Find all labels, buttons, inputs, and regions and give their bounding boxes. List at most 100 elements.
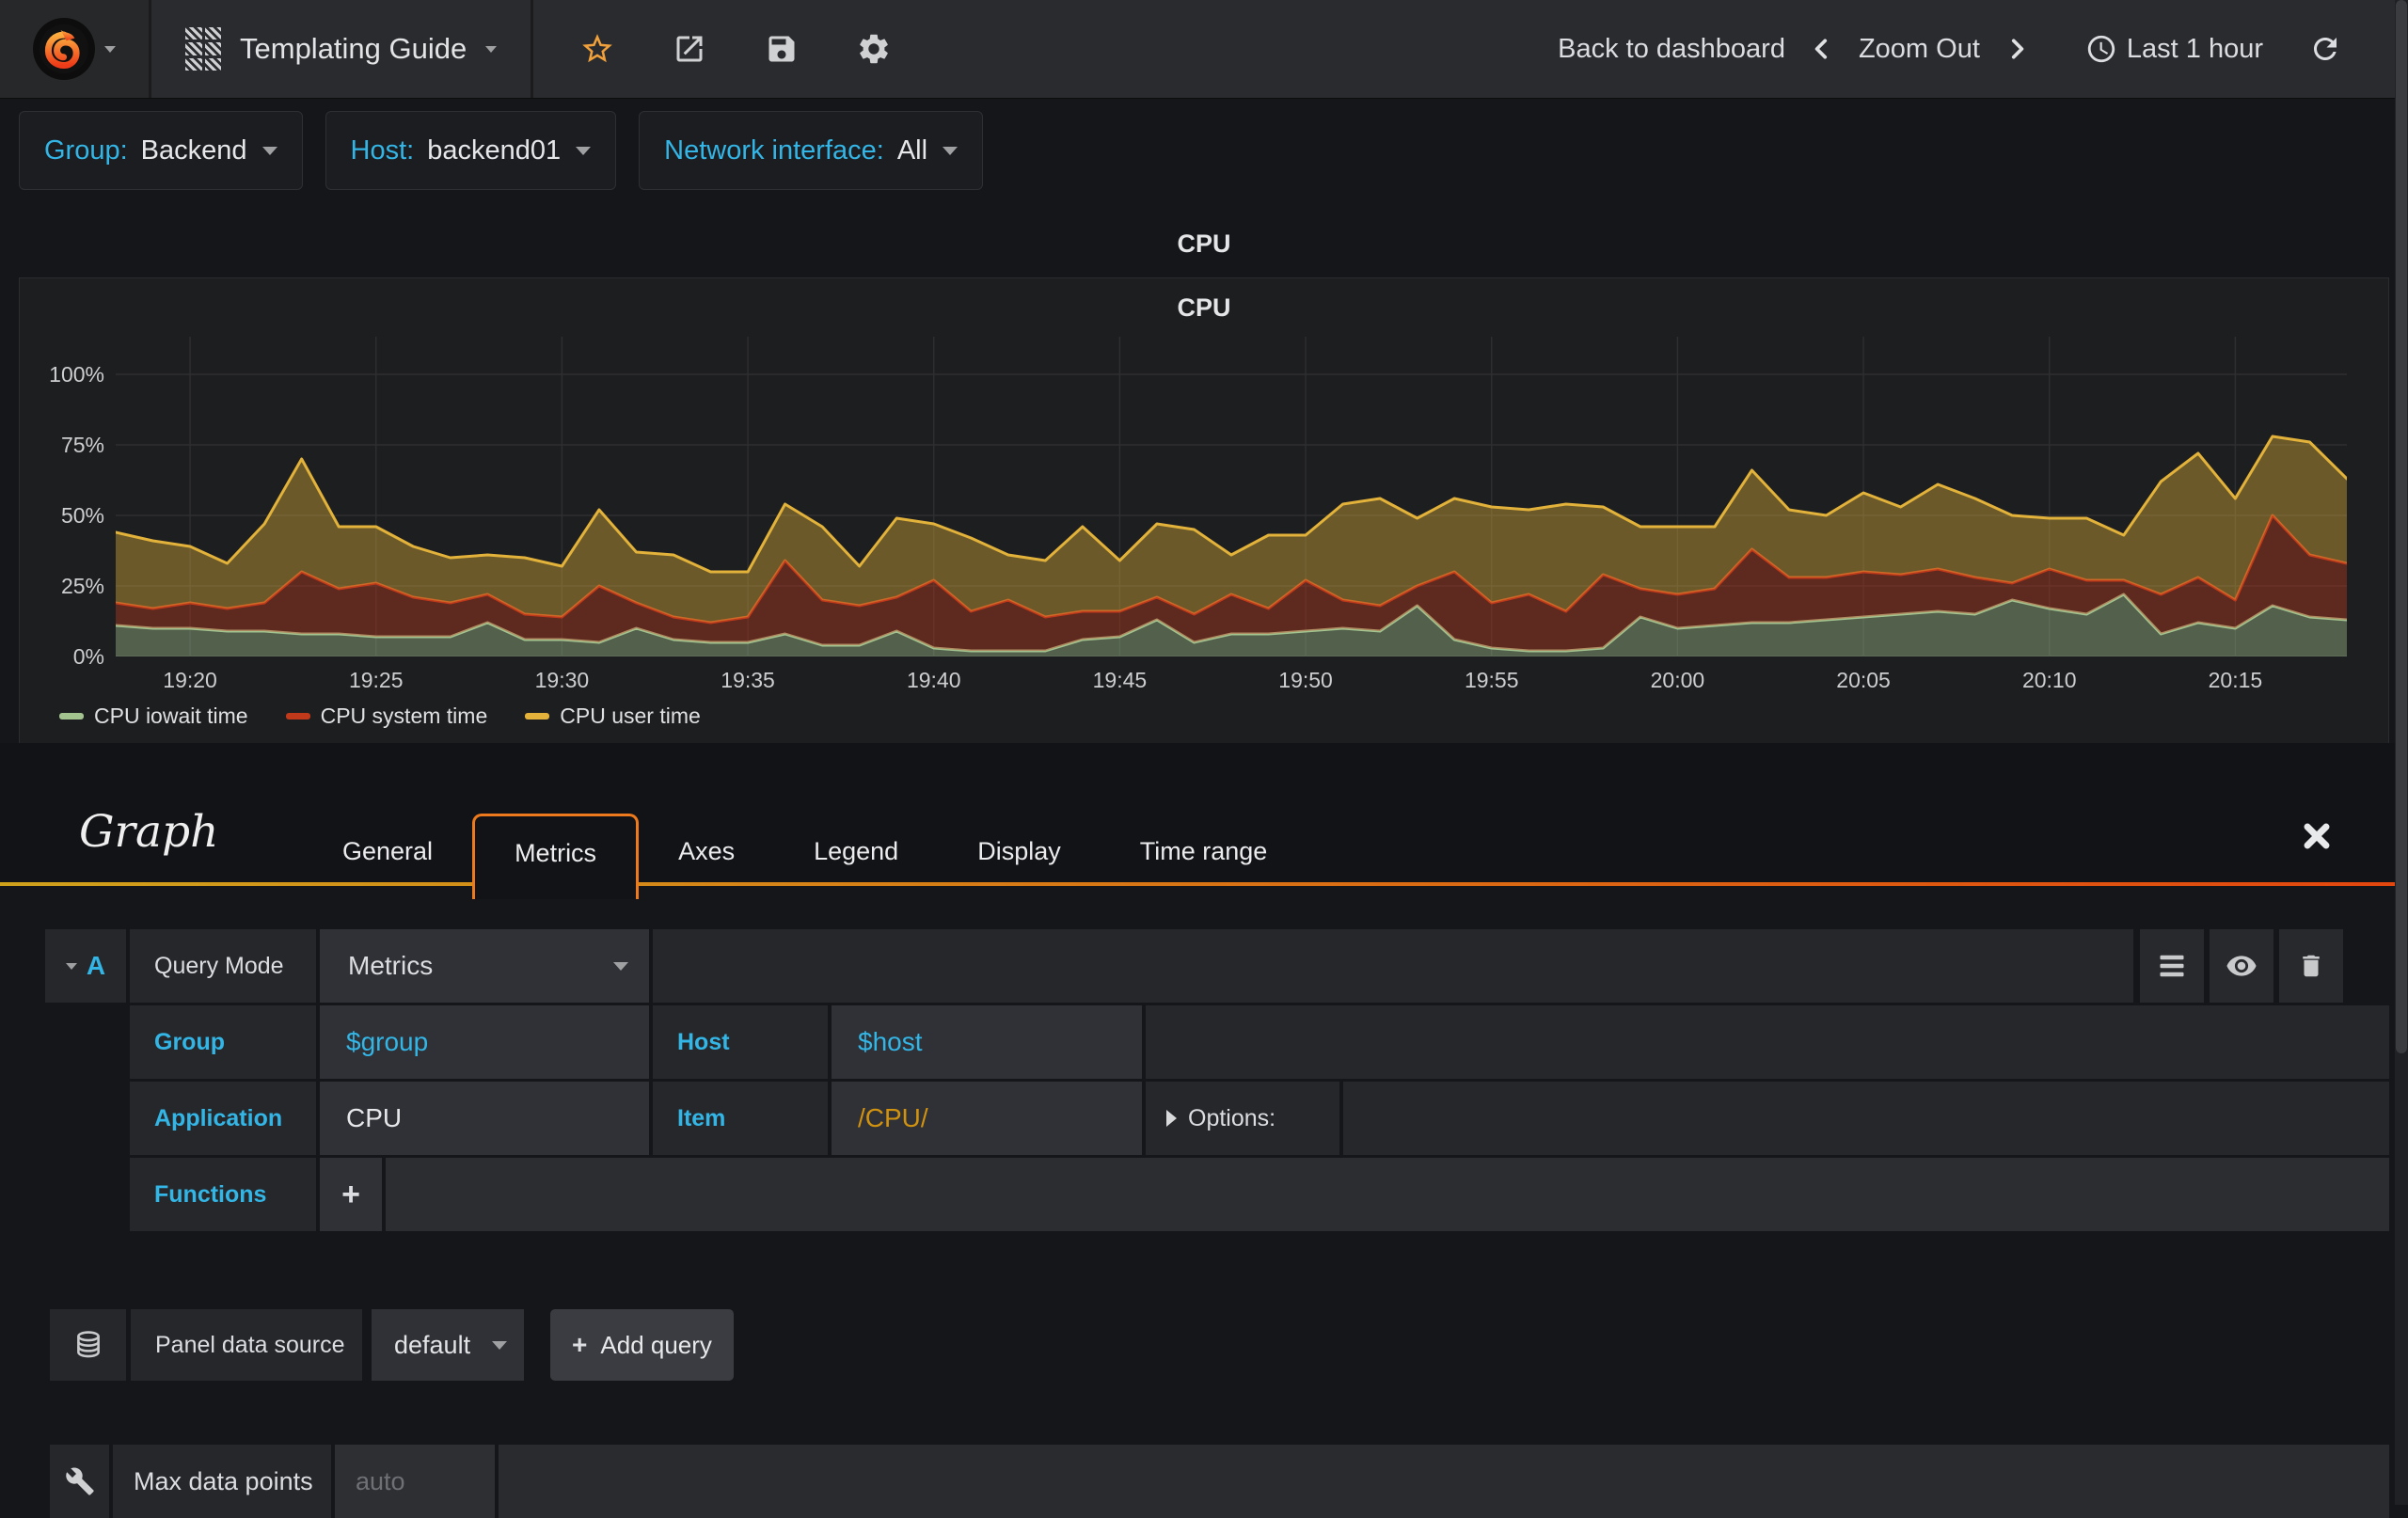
save-icon[interactable] bbox=[763, 30, 800, 68]
query-menu-button[interactable] bbox=[2140, 929, 2204, 1003]
chart-title[interactable]: CPU bbox=[20, 278, 2388, 325]
chevron-down-icon bbox=[65, 962, 77, 970]
zoom-out-button[interactable]: Zoom Out bbox=[1859, 34, 1980, 65]
max-data-points-cell bbox=[335, 1445, 495, 1518]
chart-plot-area[interactable] bbox=[116, 337, 2347, 656]
host-label: Host bbox=[653, 1005, 828, 1079]
legend-swatch-green bbox=[59, 713, 84, 719]
wrench-icon bbox=[65, 1467, 94, 1495]
max-data-points-input[interactable] bbox=[335, 1465, 495, 1497]
variable-dropdown-network-interface[interactable]: Network interface: All bbox=[639, 111, 984, 190]
chevron-down-icon bbox=[485, 45, 498, 53]
query-row-collapse[interactable]: A bbox=[45, 929, 126, 1003]
application-label: Application bbox=[130, 1082, 316, 1155]
database-icon bbox=[76, 1331, 100, 1358]
query-letter: A bbox=[86, 951, 106, 980]
legend-swatch-yellow bbox=[525, 713, 550, 719]
query-toggle-visibility-button[interactable] bbox=[2210, 929, 2273, 1003]
add-query-button[interactable]: + Add query bbox=[550, 1309, 734, 1381]
star-icon[interactable] bbox=[578, 30, 616, 68]
close-icon[interactable] bbox=[2301, 820, 2333, 852]
x-axis-tick-label: 19:40 bbox=[906, 668, 961, 692]
variable-dropdown-group[interactable]: Group: Backend bbox=[19, 111, 303, 190]
variable-value: backend01 bbox=[427, 134, 562, 166]
max-data-points-label: Max data points bbox=[113, 1445, 331, 1518]
time-shift-right-icon[interactable] bbox=[2004, 33, 2029, 65]
back-to-dashboard-link[interactable]: Back to dashboard bbox=[1558, 34, 1785, 65]
max-data-points-filler bbox=[499, 1445, 2389, 1518]
y-axis-tick-label: 25% bbox=[60, 574, 104, 598]
datasource-icon-cell bbox=[50, 1309, 126, 1381]
tab-metrics[interactable]: Metrics bbox=[472, 814, 640, 899]
tab-display[interactable]: Display bbox=[938, 816, 1101, 886]
chevron-down-icon bbox=[943, 146, 958, 155]
grafana-menu[interactable] bbox=[0, 0, 151, 98]
grafana-logo bbox=[33, 18, 95, 80]
host-input[interactable] bbox=[832, 1026, 1142, 1058]
scrollbar-thumb[interactable] bbox=[2396, 0, 2407, 1053]
datasource-select[interactable]: default bbox=[372, 1309, 524, 1381]
query-mode-value: Metrics bbox=[348, 951, 434, 980]
graph-panel: CPU 0% 25% 50% 75% 100% 19:20 19:25 19:30 19:35… bbox=[19, 277, 2389, 744]
tab-general[interactable]: General bbox=[303, 816, 472, 886]
time-shift-left-icon[interactable] bbox=[1810, 33, 1834, 65]
y-axis-tick-label: 50% bbox=[60, 503, 104, 528]
dashboard-title-menu[interactable]: Templating Guide bbox=[151, 0, 534, 98]
x-axis-tick-label: 19:25 bbox=[348, 668, 404, 692]
add-function-button[interactable]: + bbox=[320, 1158, 382, 1231]
gear-icon[interactable] bbox=[855, 30, 893, 68]
legend-item-iowait[interactable]: CPU iowait time bbox=[59, 704, 248, 729]
chevron-down-icon bbox=[492, 1340, 507, 1350]
item-input[interactable] bbox=[832, 1102, 1142, 1134]
group-input[interactable] bbox=[320, 1026, 649, 1058]
panel-editor-header: Graph General Metrics Axes Legend Displa… bbox=[0, 743, 2395, 899]
plus-icon: + bbox=[572, 1330, 588, 1359]
stacked-area-chart bbox=[116, 337, 2347, 656]
chevron-down-icon bbox=[104, 45, 116, 53]
datasource-value: default bbox=[394, 1330, 471, 1359]
legend-label: CPU system time bbox=[320, 704, 488, 728]
plus-icon: + bbox=[341, 1176, 360, 1212]
x-axis-tick-label: 20:00 bbox=[1650, 668, 1705, 692]
variable-dropdown-host[interactable]: Host: backend01 bbox=[325, 111, 617, 190]
variable-label: Network interface: bbox=[664, 134, 884, 166]
share-icon[interactable] bbox=[671, 30, 708, 68]
editor-tabs: General Metrics Axes Legend Display Time… bbox=[303, 814, 1307, 899]
x-axis-tick-label: 19:30 bbox=[534, 668, 590, 692]
x-axis-tick-label: 19:50 bbox=[1278, 668, 1333, 692]
refresh-icon[interactable] bbox=[2308, 32, 2342, 66]
query-row-filler bbox=[1343, 1082, 2389, 1155]
tab-axes[interactable]: Axes bbox=[639, 816, 774, 886]
wrench-icon-cell bbox=[50, 1445, 109, 1518]
chart-legend: CPU iowait time CPU system time CPU user… bbox=[59, 704, 701, 729]
legend-item-user[interactable]: CPU user time bbox=[525, 704, 701, 729]
legend-item-system[interactable]: CPU system time bbox=[285, 704, 488, 729]
tab-time-range[interactable]: Time range bbox=[1101, 816, 1307, 886]
variable-value: All bbox=[896, 134, 928, 166]
host-field-cell bbox=[832, 1005, 1142, 1079]
time-picker[interactable]: Last 1 hour bbox=[2127, 34, 2263, 65]
application-input[interactable] bbox=[320, 1102, 649, 1134]
x-axis-tick-label: 20:15 bbox=[2208, 668, 2263, 692]
add-query-label: Add query bbox=[600, 1330, 712, 1359]
legend-label: CPU user time bbox=[560, 704, 701, 728]
variable-value: Backend bbox=[140, 134, 247, 166]
tab-legend[interactable]: Legend bbox=[774, 816, 938, 886]
application-field-cell bbox=[320, 1082, 649, 1155]
item-label: Item bbox=[653, 1082, 828, 1155]
group-field-cell bbox=[320, 1005, 649, 1079]
page-scrollbar[interactable] bbox=[2395, 0, 2408, 1505]
legend-label: CPU iowait time bbox=[94, 704, 248, 728]
chevron-down-icon bbox=[576, 146, 592, 155]
group-label: Group bbox=[130, 1005, 316, 1079]
top-navbar: Templating Guide Back to dashboard Zoom … bbox=[0, 0, 2395, 99]
panel-header-title[interactable]: CPU bbox=[0, 229, 2408, 259]
dashboard-grid-icon bbox=[185, 27, 221, 71]
options-toggle[interactable]: Options: bbox=[1146, 1082, 1339, 1155]
x-axis-tick-label: 19:35 bbox=[721, 668, 775, 692]
query-delete-button[interactable] bbox=[2279, 929, 2343, 1003]
functions-row-filler bbox=[386, 1158, 2389, 1231]
query-mode-select[interactable]: Metrics bbox=[320, 929, 649, 1003]
dashboard-title: Templating Guide bbox=[240, 32, 467, 65]
clock-icon bbox=[2085, 33, 2117, 65]
